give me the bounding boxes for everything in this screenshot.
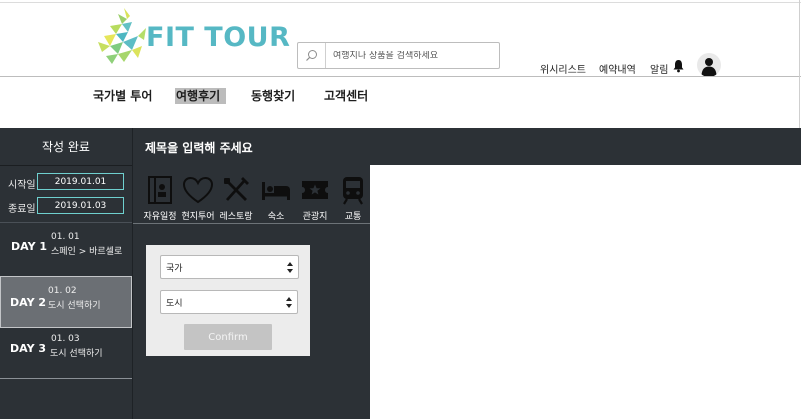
search-icon[interactable] xyxy=(298,43,326,68)
nav-item-tours-by-country[interactable]: 국가별 투어 xyxy=(93,88,152,104)
country-select[interactable]: 국가 xyxy=(160,255,299,279)
day-item-3[interactable]: DAY 3 01. 03 도시 선택하기 xyxy=(0,328,132,378)
day-date: 01. 03 xyxy=(51,334,80,344)
day-place: 스페인 > 바르셀로 xyxy=(51,247,123,257)
heart-icon xyxy=(178,174,218,206)
day-place: 도시 선택하기 xyxy=(48,301,101,311)
city-select[interactable]: 도시 xyxy=(160,290,298,314)
day-item-2[interactable]: DAY 2 01. 02 도시 선택하기 xyxy=(0,276,132,328)
day-label: DAY 2 xyxy=(10,296,47,309)
logo[interactable]: FIT TOUR xyxy=(94,6,290,66)
right-border xyxy=(799,0,800,128)
start-date-label: 시작일 xyxy=(8,180,36,191)
wishlist-link[interactable]: 위시리스트 xyxy=(540,61,586,76)
nav-item-customer-center[interactable]: 고객센터 xyxy=(324,88,368,104)
end-date-label: 종료일 xyxy=(8,204,36,215)
reservations-link[interactable]: 예약내역 xyxy=(599,61,636,76)
day-place: 도시 선택하기 xyxy=(50,349,103,359)
avatar-icon[interactable] xyxy=(697,53,721,77)
title-input[interactable]: 제목을 입력해 주세요 xyxy=(145,139,253,156)
day-date: 01. 02 xyxy=(48,286,77,296)
complete-button[interactable]: 작성 완료 xyxy=(0,128,132,166)
alerts-link[interactable]: 알림 xyxy=(650,61,668,76)
day-label: DAY 3 xyxy=(10,342,47,355)
notebook-icon xyxy=(140,174,180,206)
fork-knife-icon xyxy=(216,174,256,206)
select-arrows-icon xyxy=(287,262,293,273)
train-icon xyxy=(333,174,373,206)
content-area[interactable] xyxy=(371,165,801,419)
start-date-field[interactable]: 2019.01.01 xyxy=(37,173,124,190)
day-label: DAY 1 xyxy=(11,240,48,253)
bell-icon[interactable] xyxy=(673,58,684,77)
end-date-field[interactable]: 2019.01.03 xyxy=(37,197,124,214)
select-arrows-icon xyxy=(286,297,292,308)
day-item-1[interactable]: DAY 1 01. 01 스페인 > 바르셀로 xyxy=(0,222,132,272)
city-select-value: 도시 xyxy=(166,298,183,309)
confirm-button[interactable]: Confirm xyxy=(184,324,272,350)
nav-item-reviews[interactable]: 여행후기 xyxy=(175,88,227,104)
category-transport[interactable]: 교통 xyxy=(333,174,373,222)
top-border xyxy=(0,2,801,3)
ticket-icon xyxy=(295,174,335,206)
country-select-value: 국가 xyxy=(166,263,183,274)
nav-item-find-companions[interactable]: 동행찾기 xyxy=(251,88,295,104)
day-date: 01. 01 xyxy=(51,232,80,242)
logo-mark-icon xyxy=(98,8,146,64)
sidebar-bottom-divider xyxy=(0,378,132,379)
header-divider xyxy=(0,76,801,77)
search-input[interactable] xyxy=(326,50,496,61)
logo-text: FIT TOUR xyxy=(146,22,291,53)
category-divider xyxy=(133,223,370,224)
bed-icon xyxy=(256,174,296,206)
search-bar[interactable] xyxy=(297,42,500,69)
